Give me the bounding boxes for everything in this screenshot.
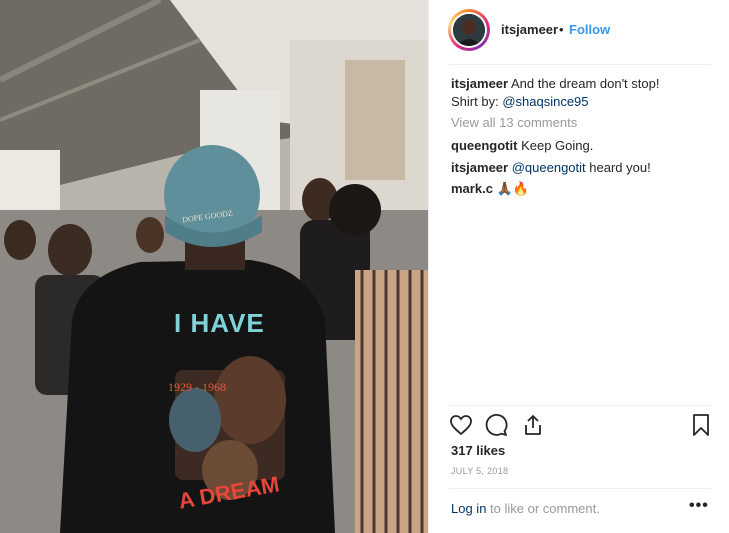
- caption-line-1: itsjameer And the dream don't stop!: [451, 75, 659, 93]
- post-photo[interactable]: I HAVE 1929 - 1968 A DREAM DOPE GOODZ: [0, 0, 428, 533]
- comment-mention[interactable]: @queengotit: [512, 160, 586, 175]
- caption-shirt-handle[interactable]: @shaqsince95: [502, 94, 588, 109]
- view-all-comments-link[interactable]: View all 13 comments: [451, 114, 577, 132]
- avatar-frame: [451, 12, 487, 48]
- divider: [449, 64, 711, 65]
- avatar-image: [453, 14, 485, 46]
- action-bar: [449, 413, 711, 441]
- caption-shirt-prefix: Shirt by:: [451, 94, 499, 109]
- comment-bubble-icon[interactable]: [484, 413, 510, 439]
- post-sidebar: itsjameer • Follow itsjameer And the dre…: [428, 0, 729, 533]
- comment-username[interactable]: itsjameer: [451, 160, 508, 175]
- post-date: JULY 5, 2018: [451, 466, 509, 476]
- comment-item: mark.c 🙏🏾🔥: [451, 180, 529, 198]
- comment-text: Keep Going.: [521, 138, 594, 153]
- login-prompt-text: to like or comment.: [490, 501, 600, 516]
- bookmark-icon[interactable]: [689, 413, 715, 439]
- post-header: itsjameer • Follow: [429, 0, 729, 64]
- comment-text: heard you!: [589, 160, 651, 175]
- login-prompt: Log in to like or comment.: [451, 501, 600, 516]
- likes-count[interactable]: 317 likes: [451, 443, 505, 458]
- divider: [449, 405, 711, 406]
- follow-button[interactable]: Follow: [569, 22, 610, 37]
- avatar[interactable]: [448, 9, 490, 51]
- heart-icon[interactable]: [449, 413, 475, 439]
- comment-username[interactable]: mark.c: [451, 181, 493, 196]
- share-icon[interactable]: [521, 413, 547, 439]
- comment-item: itsjameer @queengotit heard you!: [451, 159, 651, 177]
- login-link[interactable]: Log in: [451, 501, 486, 516]
- header-username[interactable]: itsjameer: [501, 22, 558, 37]
- comment-item: queengotit Keep Going.: [451, 137, 593, 155]
- post-photo-illustration: [0, 0, 428, 533]
- caption-username[interactable]: itsjameer: [451, 76, 508, 91]
- avatar-portrait: [453, 14, 485, 46]
- comment-username[interactable]: queengotit: [451, 138, 517, 153]
- comment-text: 🙏🏾🔥: [496, 181, 529, 196]
- divider: [449, 488, 711, 489]
- header-separator: •: [559, 22, 564, 37]
- shirt-years: 1929 - 1968: [168, 380, 226, 394]
- caption-text: And the dream don't stop!: [511, 76, 660, 91]
- more-options-icon[interactable]: •••: [689, 497, 709, 515]
- shirt-text-top: I HAVE: [174, 308, 265, 338]
- caption-line-2: Shirt by: @shaqsince95: [451, 93, 589, 111]
